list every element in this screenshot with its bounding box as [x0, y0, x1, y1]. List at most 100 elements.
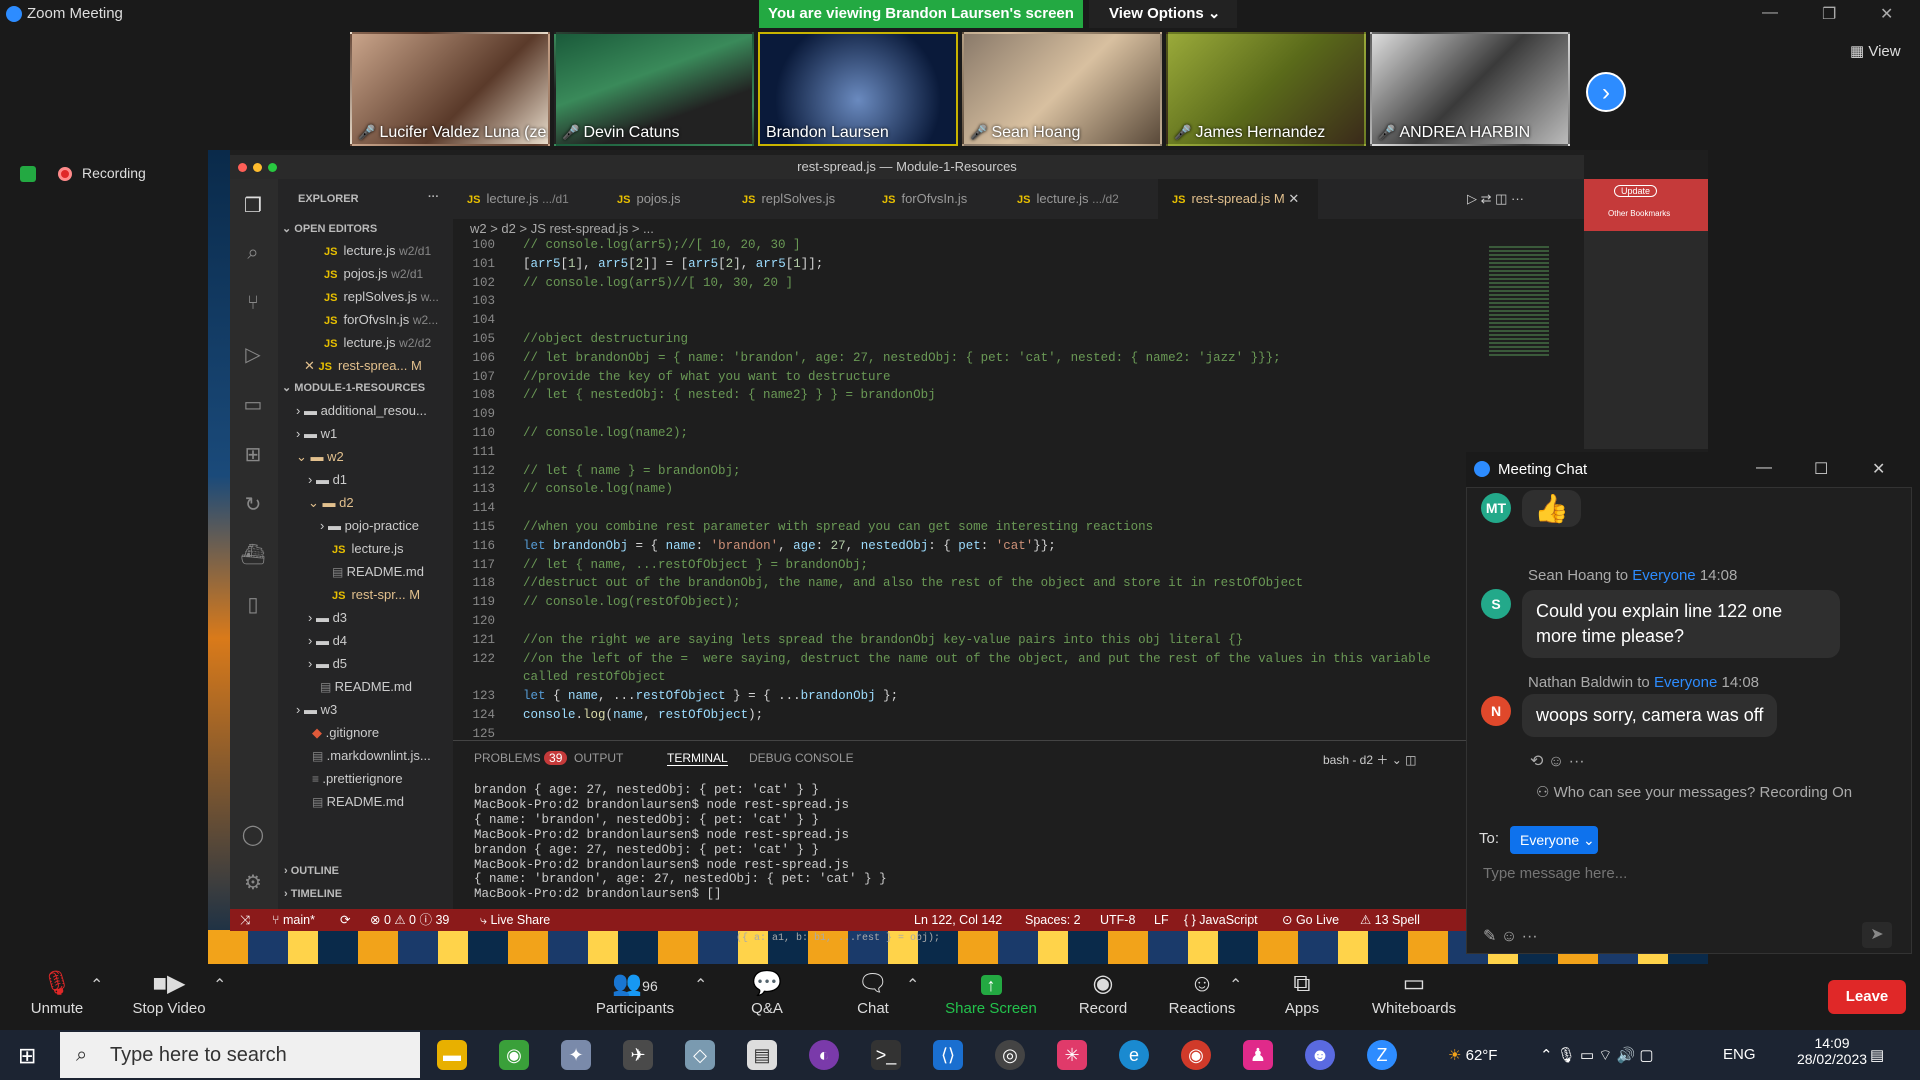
open-editor-item-active[interactable]: ✕ JS rest-sprea... M	[304, 358, 422, 374]
apps-button[interactable]: ⧉ Apps	[1247, 968, 1357, 1017]
minimap[interactable]	[1483, 236, 1584, 456]
zoom-dot-icon[interactable]	[268, 163, 277, 172]
terminal-output[interactable]: brandon { age: 27, nestedObj: { pet: 'ca…	[474, 783, 887, 902]
stop-video-button[interactable]: ■▶ Stop Video	[114, 968, 224, 1017]
recipient-dropdown[interactable]: Everyone ⌄	[1510, 826, 1598, 854]
open-editor-item[interactable]: JS pojos.js w2/d1	[324, 266, 423, 281]
restore-icon[interactable]: ❐	[1822, 4, 1836, 24]
editor-tab[interactable]: JS lecture.js .../d2	[1003, 179, 1158, 219]
windows-start-icon[interactable]: ⊞	[18, 1043, 36, 1069]
participant-tile[interactable]: 🎤 Lucifer Valdez Luna (ze...	[350, 32, 550, 146]
taskbar-search[interactable]: ⌕ Type here to search	[60, 1032, 420, 1078]
app-icon[interactable]: ◐	[809, 1040, 839, 1070]
tree-folder[interactable]: › ▬ d1	[308, 472, 347, 487]
slack-icon[interactable]: ✳	[1057, 1040, 1087, 1070]
app-icon[interactable]: ✈	[623, 1040, 653, 1070]
close-icon[interactable]: ✕	[1880, 4, 1893, 24]
run-debug-icon[interactable]: ▷	[240, 342, 266, 368]
open-editor-item[interactable]: JS replSolves.js w...	[324, 289, 439, 304]
open-editor-item[interactable]: JS lecture.js w2/d1	[324, 243, 431, 258]
source-control-icon[interactable]: ⑂	[240, 292, 266, 318]
tree-folder[interactable]: › ▬ d3	[308, 610, 347, 625]
tab-problems[interactable]: PROBLEMS 39	[474, 751, 568, 765]
view-button[interactable]: ▦ View	[1850, 42, 1901, 60]
encoding[interactable]: UTF-8	[1100, 909, 1135, 931]
minimize-dot-icon[interactable]	[253, 163, 262, 172]
tree-folder[interactable]: › ▬ w3	[296, 702, 337, 717]
participant-tile[interactable]: 🎤 James Hernandez	[1166, 32, 1366, 146]
terminal-shell-select[interactable]: bash - d2 ＋ ⌄ ◫	[1323, 751, 1416, 768]
editor-tab-active[interactable]: JS rest-spread.js M ✕	[1158, 179, 1318, 219]
tree-file[interactable]: JS lecture.js	[332, 541, 404, 556]
tree-folder[interactable]: ⌄ ▬ w2	[296, 449, 344, 465]
chevron-up-icon[interactable]: ⌃	[1229, 975, 1242, 995]
chevron-up-icon[interactable]: ⌃	[906, 975, 919, 995]
docker-icon[interactable]: ⛴	[240, 542, 266, 568]
remote-explorer-icon[interactable]: ▭	[240, 392, 266, 418]
search-icon[interactable]: ⌕	[240, 242, 266, 268]
send-icon[interactable]: ➤	[1862, 922, 1892, 948]
notepad-icon[interactable]: ▤	[747, 1040, 777, 1070]
share-screen-button[interactable]: ↑ Share Screen	[936, 968, 1046, 1017]
account-icon[interactable]: ◯	[240, 822, 266, 848]
breadcrumb[interactable]: w2 > d2 > JS rest-spread.js > ...	[470, 221, 654, 236]
notebook-icon[interactable]: ▯	[240, 592, 266, 618]
chrome-icon[interactable]: ◉	[1181, 1040, 1211, 1070]
chevron-up-icon[interactable]: ⌃	[213, 975, 226, 995]
message-input[interactable]	[1483, 860, 1893, 886]
open-editors-header[interactable]: ⌄ OPEN EDITORS	[282, 222, 377, 235]
update-button[interactable]: Update	[1614, 185, 1658, 197]
extensions-icon[interactable]: ⊞	[240, 442, 266, 468]
tree-folder[interactable]: › ▬ d4	[308, 633, 347, 648]
app-icon[interactable]: ◇	[685, 1040, 715, 1070]
more-actions-icon[interactable]: ···	[428, 191, 439, 203]
live-share-status[interactable]: ⤷ Live Share	[480, 909, 550, 931]
open-editor-item[interactable]: JS lecture.js w2/d2	[324, 335, 431, 350]
close-icon[interactable]: ✕	[1872, 459, 1885, 479]
privacy-notice[interactable]: ⚇ Who can see your messages? Recording O…	[1536, 783, 1852, 801]
timeline-header[interactable]: › TIMELINE	[284, 888, 342, 900]
system-tray-icons[interactable]: ⌃ 🎙 ▭ ⌔ 🔊 ▢	[1540, 1046, 1654, 1065]
vscode-icon[interactable]: ⟨⟩	[933, 1040, 963, 1070]
close-dot-icon[interactable]	[238, 163, 247, 172]
participant-tile[interactable]: 🎤 Sean Hoang	[962, 32, 1162, 146]
tree-file[interactable]: ▤ README.md	[312, 794, 404, 809]
participant-tile[interactable]: 🎤 ANDREA HARBIN	[1370, 32, 1570, 146]
qa-button[interactable]: 💬 Q&A	[712, 968, 822, 1017]
run-icon[interactable]: ▷ ⇄ ◫ ···	[1453, 179, 1524, 219]
whiteboards-button[interactable]: ▭ Whiteboards	[1359, 968, 1469, 1017]
eol[interactable]: LF	[1154, 909, 1169, 931]
gear-icon[interactable]: ⚙	[240, 870, 266, 896]
participants-button[interactable]: 👥96 Participants	[580, 968, 690, 1017]
tab-debug-console[interactable]: DEBUG CONSOLE	[749, 751, 854, 765]
tree-file[interactable]: ▤ README.md	[320, 679, 412, 694]
editor-tab[interactable]: JS forOfvsIn.js	[868, 179, 1003, 219]
zoom-icon[interactable]: Z	[1367, 1040, 1397, 1070]
tree-folder[interactable]: › ▬ pojo-practice	[320, 518, 419, 533]
git-branch[interactable]: ⑂ main*	[272, 909, 315, 931]
weather[interactable]: ☀ 62°F	[1448, 1046, 1497, 1064]
tree-folder[interactable]: › ▬ additional_resou...	[296, 403, 427, 418]
go-live[interactable]: ⊙ Go Live	[1282, 909, 1339, 931]
edge-icon[interactable]: e	[1119, 1040, 1149, 1070]
editor-tab[interactable]: JS lecture.js .../d1	[453, 179, 603, 219]
notification-icon[interactable]: ▤	[1870, 1046, 1884, 1064]
indent-spaces[interactable]: Spaces: 2	[1025, 909, 1081, 931]
app-icon[interactable]: ◎	[995, 1040, 1025, 1070]
participant-tile[interactable]: 🎤 Devin Catuns	[554, 32, 754, 146]
clock[interactable]: 14:09 28/02/2023	[1790, 1035, 1874, 1067]
minimize-icon[interactable]: —	[1762, 4, 1778, 22]
input-language[interactable]: ENG	[1723, 1046, 1756, 1063]
app-icon[interactable]: ♟	[1243, 1040, 1273, 1070]
terminal-icon[interactable]: >_	[871, 1040, 901, 1070]
tree-file[interactable]: ≡ .prettierignore	[312, 771, 403, 786]
next-page-button[interactable]: ›	[1586, 72, 1626, 112]
chevron-up-icon[interactable]: ⌃	[694, 975, 707, 995]
tree-folder[interactable]: › ▬ w1	[296, 426, 337, 441]
close-icon[interactable]: ✕	[304, 358, 319, 373]
close-icon[interactable]: ✕	[1288, 191, 1299, 206]
leave-button[interactable]: Leave	[1828, 980, 1906, 1014]
participant-tile-active-speaker[interactable]: Brandon Laursen	[758, 32, 958, 146]
minimize-icon[interactable]: —	[1756, 459, 1772, 477]
chevron-up-icon[interactable]: ⌃	[90, 975, 103, 995]
